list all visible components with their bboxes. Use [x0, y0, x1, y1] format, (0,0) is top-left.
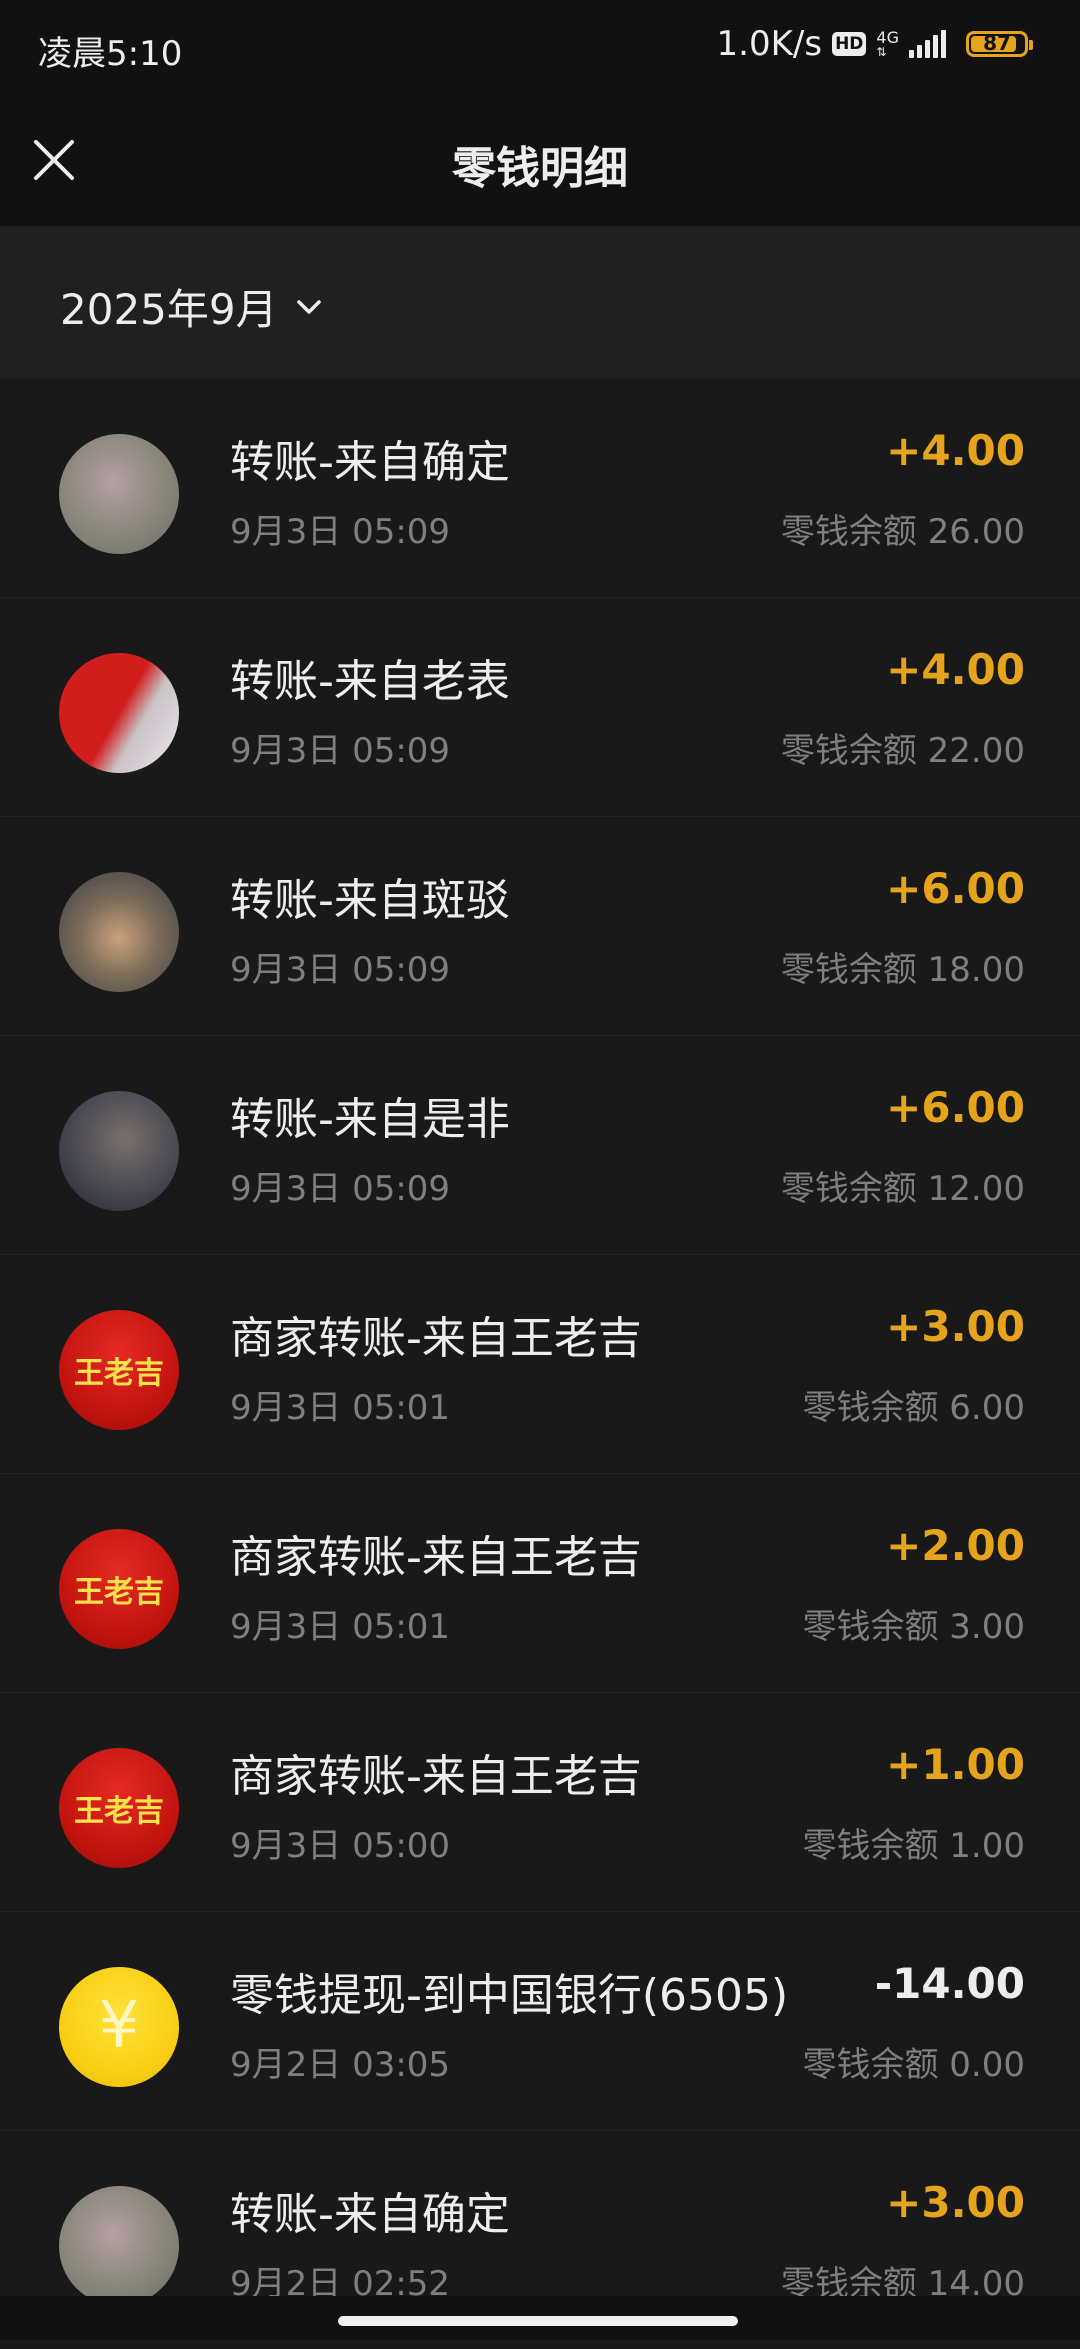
transaction-amount: -14.00 — [874, 1959, 1025, 2008]
transaction-row[interactable]: 转账-来自是非 9月3日 05:09 +6.00 零钱余额 12.00 — [0, 1035, 1080, 1254]
transaction-amount: +3.00 — [886, 1302, 1025, 1351]
network-type-label: 4G — [876, 28, 899, 47]
avatar — [59, 434, 179, 554]
transaction-title: 商家转账-来自王老吉 — [230, 1751, 642, 1802]
status-bar: 凌晨5:10 1.0K/s HD 4G ⇅ 87 — [0, 0, 1080, 96]
network-speed: 1.0K/s — [716, 24, 823, 64]
yuan-icon: ¥ — [98, 1989, 140, 2063]
transaction-row[interactable]: 王老吉 商家转账-来自王老吉 9月3日 05:00 +1.00 零钱余额 1.0… — [0, 1692, 1080, 1911]
gesture-bar — [0, 2296, 1080, 2340]
transaction-balance: 零钱余额 12.00 — [780, 1169, 1025, 1209]
transaction-list: 转账-来自确定 9月3日 05:09 +4.00 零钱余额 26.00 转账-来… — [0, 378, 1080, 2349]
transaction-balance: 零钱余额 18.00 — [780, 950, 1025, 990]
hd-icon: HD — [832, 32, 867, 56]
header: 零钱明细 — [0, 96, 1080, 226]
merchant-logo-text: 王老吉 — [74, 1794, 164, 1829]
transaction-date: 9月3日 05:01 — [230, 1607, 451, 1647]
transaction-row[interactable]: 转账-来自老表 9月3日 05:09 +4.00 零钱余额 22.00 — [0, 597, 1080, 816]
avatar: ¥ — [59, 1967, 179, 2087]
avatar: 王老吉 — [59, 1529, 179, 1649]
transaction-amount: +6.00 — [886, 864, 1025, 913]
transaction-date: 9月3日 05:09 — [230, 512, 451, 552]
transaction-date: 9月3日 05:09 — [230, 731, 451, 771]
page-title: 零钱明细 — [452, 143, 628, 194]
transaction-row[interactable]: 王老吉 商家转账-来自王老吉 9月3日 05:01 +2.00 零钱余额 3.0… — [0, 1473, 1080, 1692]
transaction-balance: 零钱余额 6.00 — [802, 1388, 1025, 1428]
data-arrows-icon: ⇅ — [876, 45, 887, 59]
transaction-title: 转账-来自老表 — [230, 656, 510, 707]
avatar — [59, 653, 179, 773]
transaction-title: 转账-来自是非 — [230, 1094, 510, 1145]
avatar: 王老吉 — [59, 1310, 179, 1430]
merchant-logo-text: 王老吉 — [74, 1575, 164, 1610]
transaction-date: 9月3日 05:00 — [230, 1826, 451, 1866]
transaction-row[interactable]: ¥ 零钱提现-到中国银行(6505) 9月2日 03:05 -14.00 零钱余… — [0, 1911, 1080, 2130]
network-type-icon: 4G ⇅ — [876, 28, 899, 59]
avatar — [59, 1091, 179, 1211]
transaction-balance: 零钱余额 0.00 — [802, 2045, 1025, 2085]
transaction-date: 9月3日 05:09 — [230, 950, 451, 990]
transaction-date: 9月3日 05:01 — [230, 1388, 451, 1428]
signal-icon — [909, 30, 946, 58]
month-filter-bar: 2025年9月 — [0, 226, 1080, 378]
status-time: 凌晨5:10 — [38, 34, 183, 74]
transaction-date: 9月2日 03:05 — [230, 2045, 451, 2085]
transaction-amount: +4.00 — [886, 426, 1025, 475]
home-indicator[interactable] — [338, 2316, 738, 2326]
battery-cap — [1029, 40, 1033, 50]
transaction-row[interactable]: 转账-来自确定 9月3日 05:09 +4.00 零钱余额 26.00 — [0, 378, 1080, 597]
transaction-amount: +1.00 — [886, 1740, 1025, 1789]
status-indicators: 1.0K/s HD 4G ⇅ 87 — [716, 24, 1033, 64]
transaction-balance: 零钱余额 1.00 — [802, 1826, 1025, 1866]
transaction-amount: +2.00 — [886, 1521, 1025, 1570]
battery-icon: 87 — [966, 31, 1033, 57]
transaction-date: 9月3日 05:09 — [230, 1169, 451, 1209]
transaction-title: 零钱提现-到中国银行(6505) — [230, 1970, 789, 2021]
transaction-amount: +4.00 — [886, 645, 1025, 694]
transaction-row[interactable]: 转账-来自斑驳 9月3日 05:09 +6.00 零钱余额 18.00 — [0, 816, 1080, 1035]
transaction-balance: 零钱余额 22.00 — [780, 731, 1025, 771]
transaction-title: 转账-来自确定 — [230, 2189, 510, 2240]
month-selector[interactable]: 2025年9月 — [60, 276, 324, 337]
transaction-title: 转账-来自斑驳 — [230, 875, 510, 926]
transaction-balance: 零钱余额 3.00 — [802, 1607, 1025, 1647]
avatar — [59, 872, 179, 992]
transaction-title: 商家转账-来自王老吉 — [230, 1313, 642, 1364]
transaction-amount: +6.00 — [886, 1083, 1025, 1132]
transaction-amount: +3.00 — [886, 2178, 1025, 2227]
transaction-row[interactable]: 王老吉 商家转账-来自王老吉 9月3日 05:01 +3.00 零钱余额 6.0… — [0, 1254, 1080, 1473]
merchant-logo-text: 王老吉 — [74, 1356, 164, 1391]
transaction-title: 转账-来自确定 — [230, 437, 510, 488]
avatar: 王老吉 — [59, 1748, 179, 1868]
battery-level: 87 — [983, 31, 1011, 55]
month-label: 2025年9月 — [60, 285, 278, 334]
transaction-balance: 零钱余额 26.00 — [780, 512, 1025, 552]
chevron-down-icon — [296, 299, 321, 314]
avatar — [59, 2186, 179, 2306]
transaction-title: 商家转账-来自王老吉 — [230, 1532, 642, 1583]
